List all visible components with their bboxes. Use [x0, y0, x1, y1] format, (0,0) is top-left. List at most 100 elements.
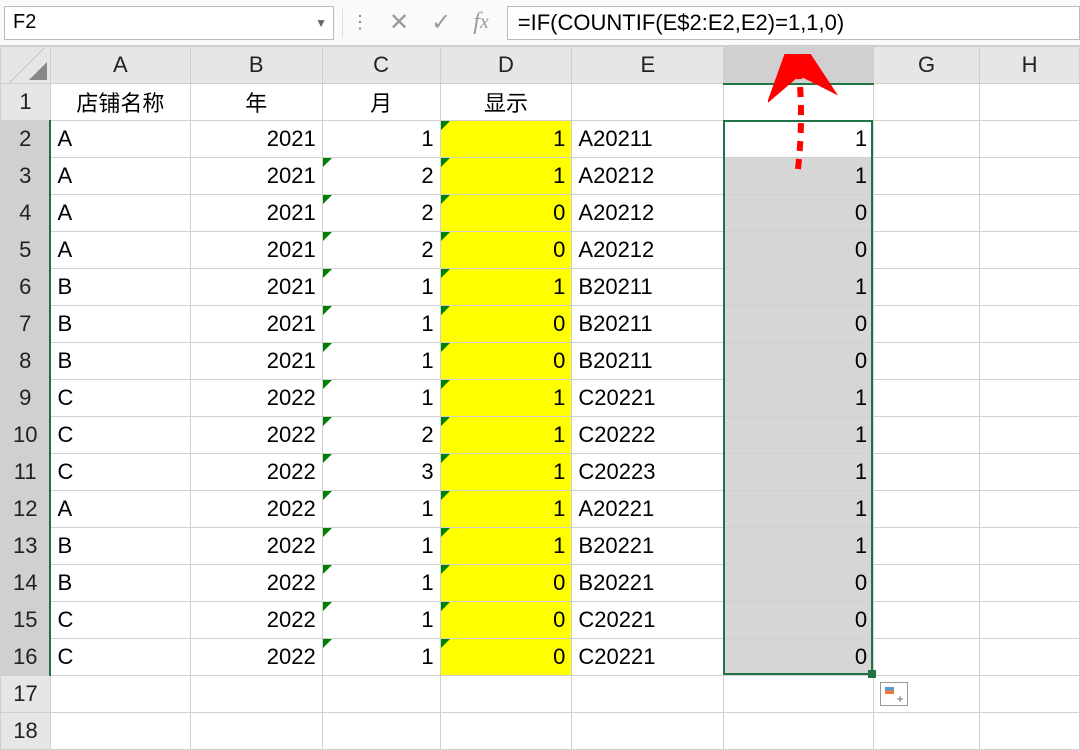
cell-H12[interactable] — [980, 491, 1080, 528]
cell-G4[interactable] — [874, 195, 980, 232]
cell-D16[interactable]: 0 — [440, 639, 572, 676]
cell-E13[interactable]: B20221 — [572, 528, 724, 565]
cell-G13[interactable] — [874, 528, 980, 565]
cell-C14[interactable]: 1 — [322, 565, 440, 602]
cell-E1[interactable] — [572, 84, 724, 121]
cell-B9[interactable]: 2022 — [190, 380, 322, 417]
cell-C8[interactable]: 1 — [322, 343, 440, 380]
row-header-10[interactable]: 10 — [1, 417, 51, 454]
cell-B6[interactable]: 2021 — [190, 269, 322, 306]
cell-D4[interactable]: 0 — [440, 195, 572, 232]
cell-E12[interactable]: A20221 — [572, 491, 724, 528]
cell-F8[interactable]: 0 — [724, 343, 874, 380]
cell-C9[interactable]: 1 — [322, 380, 440, 417]
cell-D9[interactable]: 1 — [440, 380, 572, 417]
cell-B16[interactable]: 2022 — [190, 639, 322, 676]
cell-H8[interactable] — [980, 343, 1080, 380]
cell-G11[interactable] — [874, 454, 980, 491]
cell-E14[interactable]: B20221 — [572, 565, 724, 602]
cell-A17[interactable] — [50, 676, 190, 713]
cell-C13[interactable]: 1 — [322, 528, 440, 565]
col-header-G[interactable]: G — [874, 47, 980, 84]
col-header-F[interactable]: F — [724, 47, 874, 84]
cell-E11[interactable]: C20223 — [572, 454, 724, 491]
cell-B1[interactable]: 年 — [190, 84, 322, 121]
select-all-corner[interactable] — [1, 47, 51, 84]
cell-H5[interactable] — [980, 232, 1080, 269]
cell-H10[interactable] — [980, 417, 1080, 454]
cell-A10[interactable]: C — [50, 417, 190, 454]
cell-A3[interactable]: A — [50, 158, 190, 195]
cell-B12[interactable]: 2022 — [190, 491, 322, 528]
cell-E7[interactable]: B20211 — [572, 306, 724, 343]
col-header-B[interactable]: B — [190, 47, 322, 84]
cell-H7[interactable] — [980, 306, 1080, 343]
cell-B2[interactable]: 2021 — [190, 121, 322, 158]
cell-D14[interactable]: 0 — [440, 565, 572, 602]
cell-C10[interactable]: 2 — [322, 417, 440, 454]
cell-C16[interactable]: 1 — [322, 639, 440, 676]
cell-D15[interactable]: 0 — [440, 602, 572, 639]
cell-H1[interactable] — [980, 84, 1080, 121]
cell-B14[interactable]: 2022 — [190, 565, 322, 602]
cell-C18[interactable] — [322, 713, 440, 750]
cell-A13[interactable]: B — [50, 528, 190, 565]
row-header-18[interactable]: 18 — [1, 713, 51, 750]
row-header-13[interactable]: 13 — [1, 528, 51, 565]
cell-H4[interactable] — [980, 195, 1080, 232]
fx-icon[interactable]: fx — [473, 9, 489, 36]
cell-H2[interactable] — [980, 121, 1080, 158]
col-header-E[interactable]: E — [572, 47, 724, 84]
cell-E3[interactable]: A20212 — [572, 158, 724, 195]
cell-E15[interactable]: C20221 — [572, 602, 724, 639]
cell-E9[interactable]: C20221 — [572, 380, 724, 417]
cell-G9[interactable] — [874, 380, 980, 417]
cell-E18[interactable] — [572, 713, 724, 750]
cell-G10[interactable] — [874, 417, 980, 454]
cell-B5[interactable]: 2021 — [190, 232, 322, 269]
cell-G15[interactable] — [874, 602, 980, 639]
row-header-6[interactable]: 6 — [1, 269, 51, 306]
more-icon[interactable]: ⋮ — [351, 12, 371, 33]
cell-E6[interactable]: B20211 — [572, 269, 724, 306]
cell-H15[interactable] — [980, 602, 1080, 639]
cell-A15[interactable]: C — [50, 602, 190, 639]
cell-G16[interactable] — [874, 639, 980, 676]
row-header-3[interactable]: 3 — [1, 158, 51, 195]
row-header-7[interactable]: 7 — [1, 306, 51, 343]
cell-H9[interactable] — [980, 380, 1080, 417]
cell-D6[interactable]: 1 — [440, 269, 572, 306]
row-header-11[interactable]: 11 — [1, 454, 51, 491]
cell-B7[interactable]: 2021 — [190, 306, 322, 343]
row-header-5[interactable]: 5 — [1, 232, 51, 269]
cell-A12[interactable]: A — [50, 491, 190, 528]
name-box-dropdown-icon[interactable]: ▼ — [315, 16, 327, 30]
cell-D8[interactable]: 0 — [440, 343, 572, 380]
cell-D10[interactable]: 1 — [440, 417, 572, 454]
cell-D11[interactable]: 1 — [440, 454, 572, 491]
cell-B8[interactable]: 2021 — [190, 343, 322, 380]
cell-C3[interactable]: 2 — [322, 158, 440, 195]
cell-F11[interactable]: 1 — [724, 454, 874, 491]
row-header-4[interactable]: 4 — [1, 195, 51, 232]
cell-F2[interactable]: 1 — [724, 121, 874, 158]
cell-C1[interactable]: 月 — [322, 84, 440, 121]
cell-H13[interactable] — [980, 528, 1080, 565]
cell-C7[interactable]: 1 — [322, 306, 440, 343]
cell-A7[interactable]: B — [50, 306, 190, 343]
row-header-9[interactable]: 9 — [1, 380, 51, 417]
cell-H14[interactable] — [980, 565, 1080, 602]
cell-B10[interactable]: 2022 — [190, 417, 322, 454]
cell-E4[interactable]: A20212 — [572, 195, 724, 232]
cell-H18[interactable] — [980, 713, 1080, 750]
cell-C12[interactable]: 1 — [322, 491, 440, 528]
cell-D12[interactable]: 1 — [440, 491, 572, 528]
spreadsheet-grid[interactable]: A B C D E F G H 1 店铺名称 年 月 显示 2 A 2021 1… — [0, 46, 1080, 750]
cell-D17[interactable] — [440, 676, 572, 713]
cell-G12[interactable] — [874, 491, 980, 528]
row-header-12[interactable]: 12 — [1, 491, 51, 528]
row-header-14[interactable]: 14 — [1, 565, 51, 602]
cell-F5[interactable]: 0 — [724, 232, 874, 269]
cell-D3[interactable]: 1 — [440, 158, 572, 195]
row-header-8[interactable]: 8 — [1, 343, 51, 380]
